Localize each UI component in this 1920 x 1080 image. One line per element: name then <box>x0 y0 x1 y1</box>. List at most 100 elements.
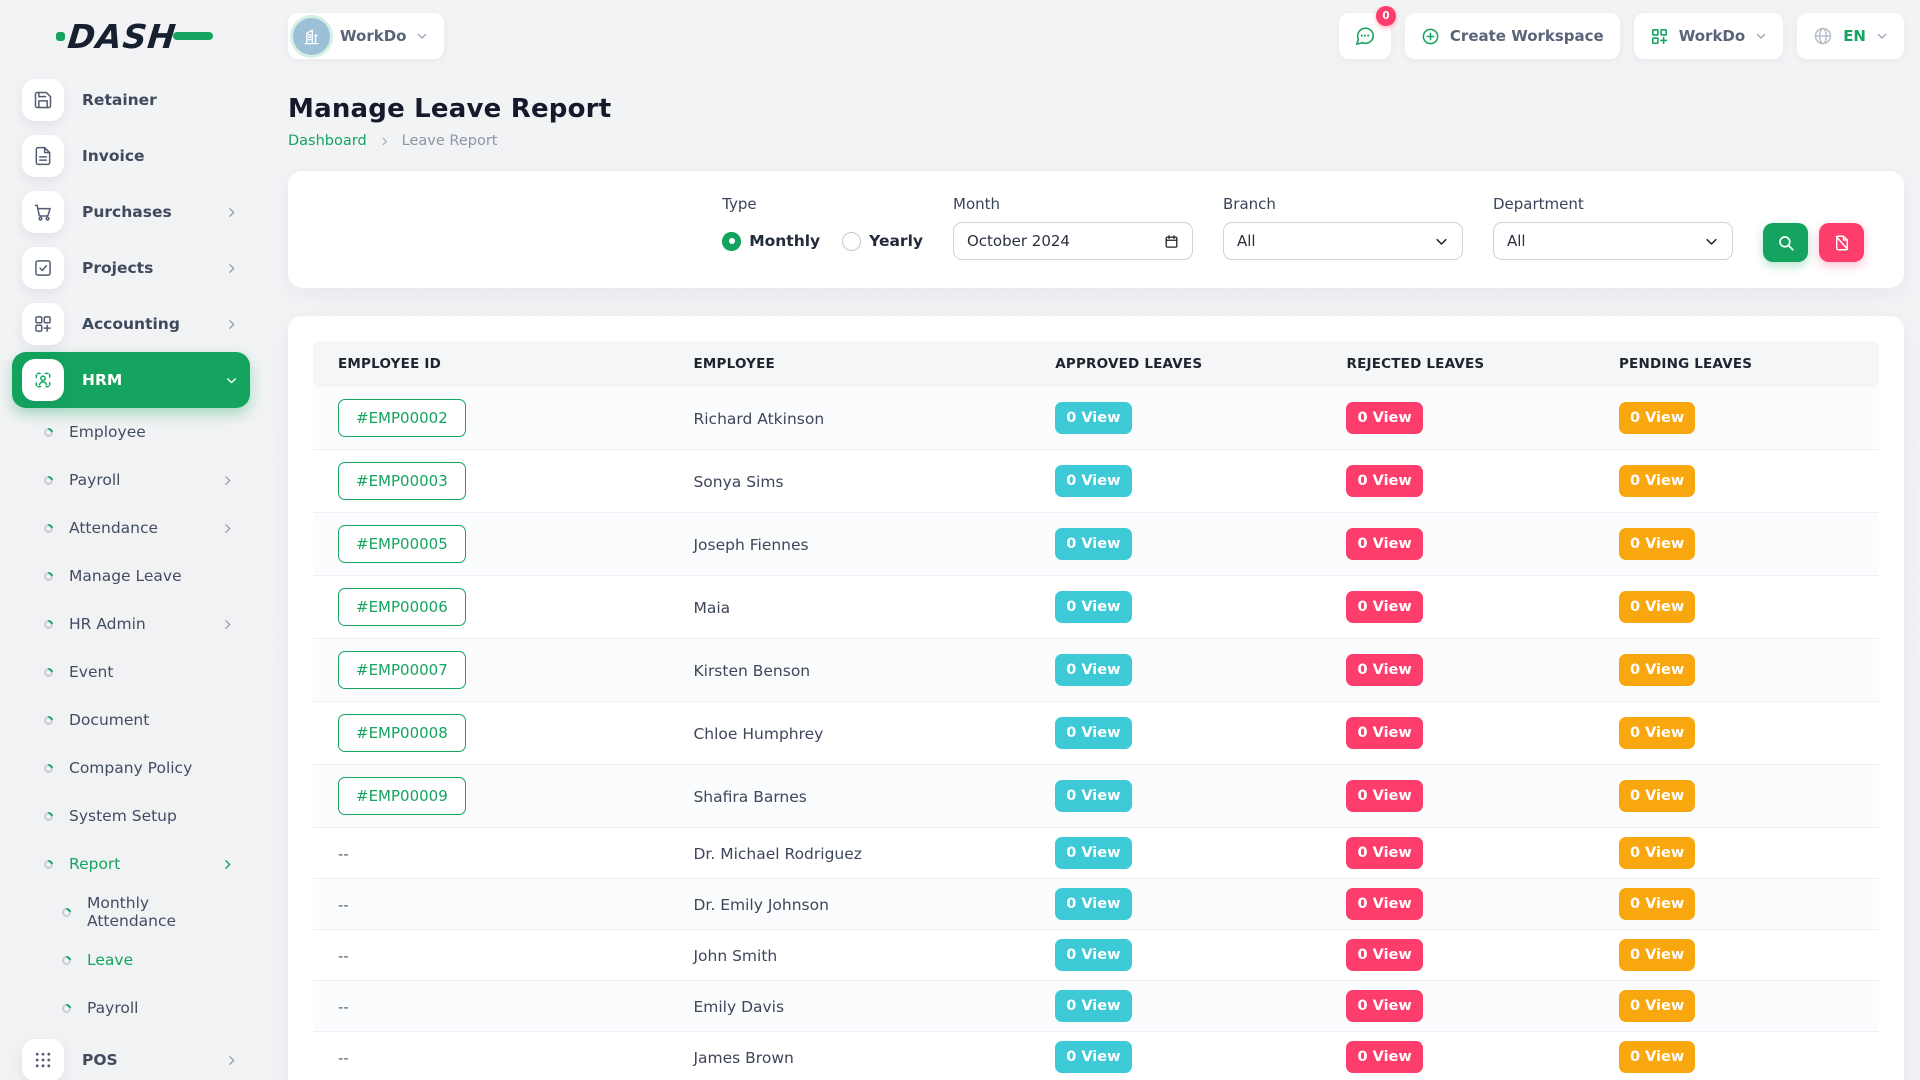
sidebar-item-report[interactable]: Report <box>12 840 250 888</box>
messages-count-badge: 0 <box>1376 6 1396 26</box>
sidebar-item-label: Retainer <box>82 91 157 109</box>
approved-leaves-view-button[interactable]: 0 View <box>1055 591 1131 623</box>
table-header-row: EMPLOYEE ID EMPLOYEE APPROVED LEAVES REJ… <box>313 341 1879 387</box>
rejected-leaves-view-button[interactable]: 0 View <box>1346 990 1422 1022</box>
sidebar-item-company-policy[interactable]: Company Policy <box>12 744 250 792</box>
rejected-leaves-view-button[interactable]: 0 View <box>1346 837 1422 869</box>
sidebar-item-accounting[interactable]: Accounting <box>12 296 250 352</box>
rejected-leaves-view-button[interactable]: 0 View <box>1346 1041 1422 1073</box>
approved-leaves-view-button[interactable]: 0 View <box>1055 1041 1131 1073</box>
clear-file-icon <box>1833 234 1851 252</box>
rejected-leaves-view-button[interactable]: 0 View <box>1346 888 1422 920</box>
approved-leaves-view-button[interactable]: 0 View <box>1055 528 1131 560</box>
pending-leaves-view-button[interactable]: 0 View <box>1619 591 1695 623</box>
employee-name: Richard Atkinson <box>693 410 824 428</box>
pending-leaves-view-button[interactable]: 0 View <box>1619 990 1695 1022</box>
bullet-icon <box>42 618 55 631</box>
employee-id-badge[interactable]: #EMP00005 <box>338 525 466 563</box>
rejected-leaves-view-button[interactable]: 0 View <box>1346 465 1422 497</box>
approved-leaves-view-button[interactable]: 0 View <box>1055 402 1131 434</box>
sidebar-item-hrm[interactable]: HRM <box>12 352 250 408</box>
sidebar-item-manage-leave[interactable]: Manage Leave <box>12 552 250 600</box>
approved-leaves-view-button[interactable]: 0 View <box>1055 654 1131 686</box>
sidebar-item-attendance[interactable]: Attendance <box>12 504 250 552</box>
search-button[interactable] <box>1763 223 1808 262</box>
radio-unselected-icon[interactable] <box>842 232 861 251</box>
topbar: WorkDo 0 Create Workspace WorkDo <box>262 0 1920 72</box>
workspace-selector[interactable]: WorkDo <box>288 13 444 59</box>
sidebar-item-pos[interactable]: POS <box>12 1032 250 1080</box>
rejected-leaves-view-button[interactable]: 0 View <box>1346 402 1422 434</box>
sidebar-item-leave[interactable]: Leave <box>12 936 250 984</box>
sidebar-item-invoice[interactable]: Invoice <box>12 128 250 184</box>
sidebar-item-label: HRM <box>82 371 122 389</box>
messages-button[interactable]: 0 <box>1339 13 1391 59</box>
chevron-right-icon <box>225 318 238 331</box>
radio-monthly[interactable]: Monthly <box>722 232 820 251</box>
sidebar-nav: Retainer InvoicePurchasesProjectsAccounti… <box>12 72 250 1080</box>
employee-name: Kirsten Benson <box>693 662 810 680</box>
chevron-right-icon <box>221 858 234 871</box>
rejected-leaves-view-button[interactable]: 0 View <box>1346 591 1422 623</box>
sidebar-item-document[interactable]: Document <box>12 696 250 744</box>
sidebar-item-employee[interactable]: Employee <box>12 408 250 456</box>
employee-id-badge[interactable]: #EMP00009 <box>338 777 466 815</box>
pending-leaves-view-button[interactable]: 0 View <box>1619 465 1695 497</box>
bullet-icon <box>42 474 55 487</box>
chevron-down-icon <box>1434 234 1449 249</box>
reset-filter-button[interactable] <box>1819 223 1864 262</box>
column-header-employee: EMPLOYEE <box>668 341 1030 387</box>
employee-id-badge[interactable]: #EMP00008 <box>338 714 466 752</box>
employee-id-badge[interactable]: #EMP00006 <box>338 588 466 626</box>
employee-id-badge[interactable]: #EMP00002 <box>338 399 466 437</box>
sidebar-item-event[interactable]: Event <box>12 648 250 696</box>
rejected-leaves-view-button[interactable]: 0 View <box>1346 654 1422 686</box>
sidebar-item-retainer[interactable]: Retainer <box>12 72 250 128</box>
radio-yearly[interactable]: Yearly <box>842 232 923 251</box>
sidebar-item-hr-admin[interactable]: HR Admin <box>12 600 250 648</box>
department-select[interactable]: All <box>1493 222 1733 260</box>
pending-leaves-view-button[interactable]: 0 View <box>1619 654 1695 686</box>
pending-leaves-view-button[interactable]: 0 View <box>1619 837 1695 869</box>
create-workspace-button[interactable]: Create Workspace <box>1405 13 1620 59</box>
approved-leaves-view-button[interactable]: 0 View <box>1055 939 1131 971</box>
sidebar-item-projects[interactable]: Projects <box>12 240 250 296</box>
calendar-icon[interactable] <box>1164 234 1179 249</box>
app-logo[interactable]: DASH <box>12 0 250 72</box>
employee-id-badge[interactable]: #EMP00003 <box>338 462 466 500</box>
month-input[interactable]: October 2024 <box>953 222 1193 260</box>
sidebar-item-purchases[interactable]: Purchases <box>12 184 250 240</box>
pending-leaves-view-button[interactable]: 0 View <box>1619 888 1695 920</box>
bullet-icon <box>42 666 55 679</box>
approved-leaves-view-button[interactable]: 0 View <box>1055 888 1131 920</box>
pending-leaves-view-button[interactable]: 0 View <box>1619 939 1695 971</box>
rejected-leaves-view-button[interactable]: 0 View <box>1346 717 1422 749</box>
sidebar-item-payroll[interactable]: Payroll <box>12 984 250 1032</box>
approved-leaves-view-button[interactable]: 0 View <box>1055 780 1131 812</box>
type-filter-group: Type Monthly Yearly <box>722 195 923 260</box>
approved-leaves-view-button[interactable]: 0 View <box>1055 837 1131 869</box>
sidebar-item-payroll[interactable]: Payroll <box>12 456 250 504</box>
pending-leaves-view-button[interactable]: 0 View <box>1619 402 1695 434</box>
rejected-leaves-view-button[interactable]: 0 View <box>1346 780 1422 812</box>
grid-plus-icon <box>1650 27 1669 46</box>
pending-leaves-view-button[interactable]: 0 View <box>1619 780 1695 812</box>
approved-leaves-view-button[interactable]: 0 View <box>1055 990 1131 1022</box>
radio-selected-icon[interactable] <box>722 232 741 251</box>
rejected-leaves-view-button[interactable]: 0 View <box>1346 939 1422 971</box>
branch-select[interactable]: All <box>1223 222 1463 260</box>
chevron-right-icon <box>225 206 238 219</box>
approved-leaves-view-button[interactable]: 0 View <box>1055 717 1131 749</box>
language-selector[interactable]: EN <box>1797 13 1904 59</box>
sidebar-item-system-setup[interactable]: System Setup <box>12 792 250 840</box>
employee-id-badge[interactable]: #EMP00007 <box>338 651 466 689</box>
approved-leaves-view-button[interactable]: 0 View <box>1055 465 1131 497</box>
topbar-actions: 0 Create Workspace WorkDo EN <box>1339 13 1904 59</box>
pending-leaves-view-button[interactable]: 0 View <box>1619 528 1695 560</box>
pending-leaves-view-button[interactable]: 0 View <box>1619 1041 1695 1073</box>
breadcrumb-dashboard-link[interactable]: Dashboard <box>288 133 367 149</box>
sidebar-item-monthly-attendance[interactable]: Monthly Attendance <box>12 888 250 936</box>
rejected-leaves-view-button[interactable]: 0 View <box>1346 528 1422 560</box>
pending-leaves-view-button[interactable]: 0 View <box>1619 717 1695 749</box>
workdo-menu-button[interactable]: WorkDo <box>1634 13 1783 59</box>
